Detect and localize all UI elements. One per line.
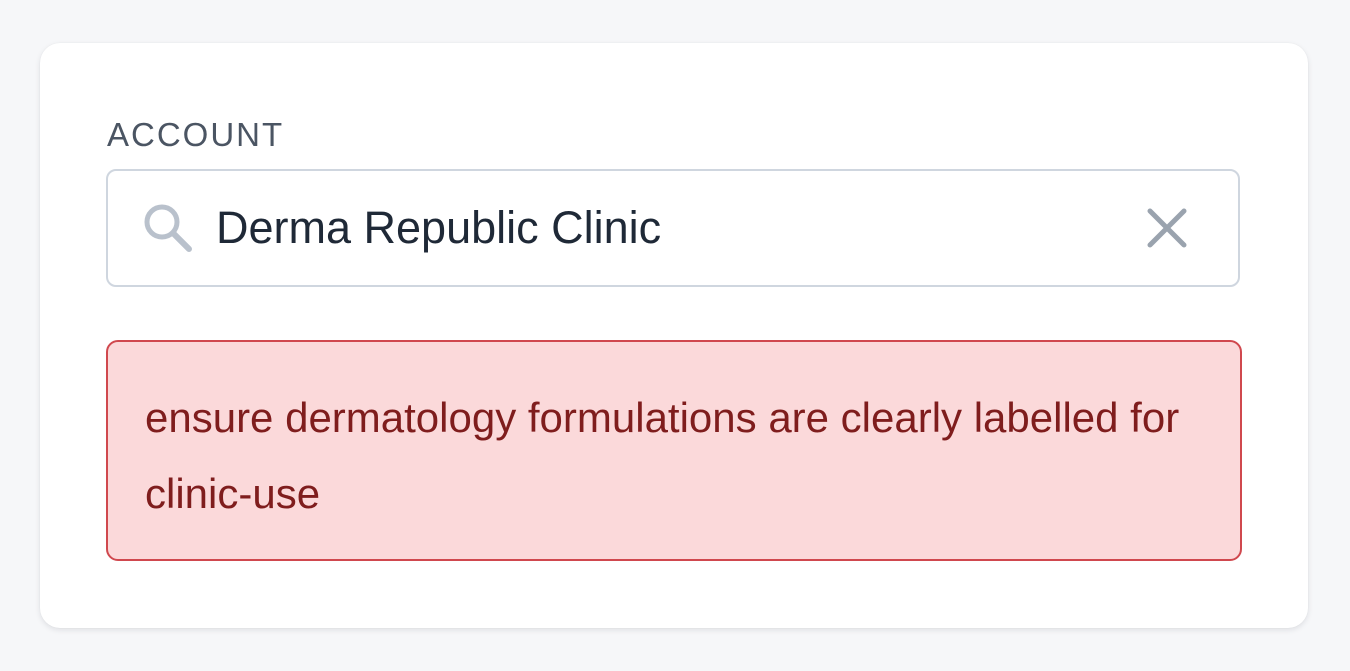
error-message: ensure dermatology formulations are clea… — [145, 394, 1180, 517]
account-search-field[interactable]: Derma Republic Clinic — [106, 169, 1240, 287]
close-icon[interactable] — [1144, 205, 1190, 251]
account-search-input[interactable]: Derma Republic Clinic — [216, 171, 661, 285]
error-alert: ensure dermatology formulations are clea… — [106, 340, 1242, 561]
account-field-label: ACCOUNT — [107, 116, 285, 153]
account-card: ACCOUNT Derma Republic Clinic ensure der… — [40, 43, 1308, 628]
search-icon — [138, 199, 198, 259]
